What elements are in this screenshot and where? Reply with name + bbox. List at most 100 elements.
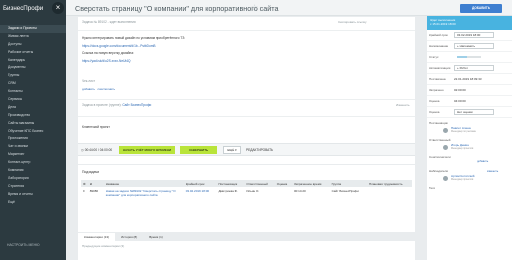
- sidebar-item-more[interactable]: Ещё: [0, 199, 66, 207]
- sidebar-item-chat[interactable]: Чат и звонки: [0, 143, 66, 151]
- cell-planned: [367, 187, 412, 213]
- status-subtitle: с 15.01.2019 18:00: [430, 22, 456, 26]
- observer-person[interactable]: Артём Котятский Менеджер проектов: [427, 173, 512, 183]
- table-header: ⚙ Id Название Крайний срок Постановщик О…: [81, 180, 412, 187]
- automation-select[interactable]: + Робот: [454, 65, 494, 71]
- description-line: Ссылка на новую верстку дизайна:: [82, 51, 134, 56]
- change-observers-link[interactable]: изменить: [449, 170, 498, 173]
- field-deadline: Крайний срок 03.02.2019 18:00: [427, 30, 512, 41]
- field-label: Крайний срок: [429, 33, 448, 37]
- project-link[interactable]: Сайт БизнесПрофи: [122, 103, 151, 107]
- more-button[interactable]: ЕЩЁ ▾: [223, 146, 241, 154]
- start-time-button[interactable]: НАЧАТЬ УЧЁТ МОЕГО ВРЕМЕНИ: [119, 146, 175, 154]
- sidebar-item-access[interactable]: Доступы: [0, 41, 66, 49]
- sidebar-item-sites[interactable]: Сайты магазины: [0, 120, 66, 128]
- divider: [78, 116, 415, 117]
- participants-title: Соисполнители: [429, 155, 451, 159]
- cell-rating: [275, 187, 292, 213]
- column-header[interactable]: Постановщик: [216, 180, 245, 187]
- coexec-link[interactable]: соисполнить: [97, 87, 115, 91]
- divider: [78, 99, 415, 100]
- sidebar-item-tasks[interactable]: Задачи и Проекты: [0, 25, 66, 33]
- observers-title: Наблюдатели: [429, 169, 449, 173]
- column-header[interactable]: Группа: [329, 180, 367, 187]
- column-header[interactable]: Оценка: [274, 180, 293, 187]
- tab-comments[interactable]: Комментарии (13): [78, 233, 116, 241]
- cell-name[interactable]: Новая на задачи №89102 "Сверстать страни…: [104, 187, 184, 213]
- cell-creator: Дмитриева Ф.: [218, 189, 238, 193]
- divider: [78, 30, 415, 31]
- observers-label: Наблюдатели изменить: [427, 163, 512, 173]
- close-icon[interactable]: ×: [52, 2, 64, 14]
- field-rating: Оценка Нет оценки: [427, 107, 512, 118]
- cell-id: 89086: [89, 189, 99, 193]
- sidebar-item-crm[interactable]: CRM: [0, 80, 66, 88]
- column-header[interactable]: Затраченное время: [292, 180, 330, 187]
- task-sidebar: Ждет выполнения с 15.01.2019 18:00 Крайн…: [427, 16, 512, 260]
- created-value: 22.01.2019 18:09:33: [454, 77, 482, 81]
- sidebar: БизнесПрофи × Задачи и Проекты Живая лен…: [0, 0, 66, 260]
- table-row[interactable]: ≡ 89086 Новая на задачи №89102 "Сверстат…: [81, 187, 412, 213]
- sidebar-item-production[interactable]: Производство: [0, 112, 66, 120]
- more-label: ЕЩЁ: [227, 148, 235, 152]
- sidebar-item-deals[interactable]: Дела: [0, 104, 66, 112]
- field-spent: Затрачено 02:00:00: [427, 85, 512, 96]
- configure-menu-link[interactable]: НАСТРОИТЬ МЕНЮ: [7, 243, 40, 247]
- sidebar-item-company[interactable]: Компания: [0, 167, 66, 175]
- sidebar-item-apps[interactable]: Приложения: [0, 135, 66, 143]
- creator-person[interactable]: Павлет Алена Менеджер по рекламе: [427, 125, 512, 135]
- sidebar-item-groups[interactable]: Группы: [0, 72, 66, 80]
- finish-button[interactable]: ЗАВЕРШИТЬ: [180, 146, 217, 154]
- star-icon[interactable]: ☆: [251, 3, 258, 12]
- tab-history[interactable]: История (8): [115, 233, 143, 241]
- avatar: [443, 127, 448, 133]
- sidebar-item-calendar[interactable]: Календарь: [0, 57, 66, 65]
- description-link[interactable]: https://docs.google.com/document/d/1b...…: [82, 44, 322, 49]
- add-participant-link[interactable]: добавить: [429, 160, 488, 163]
- creator-label: Постановщик: [429, 121, 448, 125]
- sidebar-item-lab[interactable]: Лаборатория: [0, 175, 66, 183]
- sidebar-item-docs[interactable]: Документы: [0, 64, 66, 72]
- column-header[interactable]: Ответственный: [244, 180, 275, 187]
- sidebar-item-time[interactable]: Время и отчеты: [0, 191, 66, 199]
- sidebar-nav: Задачи и Проекты Живая лента Доступы Раб…: [0, 16, 66, 206]
- sidebar-item-contact-center[interactable]: Контакт-центр: [0, 159, 66, 167]
- edit-button[interactable]: РЕДАКТИРОВАТЬ: [246, 148, 273, 152]
- sidebar-item-strategy[interactable]: Стратегия: [0, 183, 66, 191]
- task-actions-bar: ◷ 00:44:00 / 04:00:00 НАЧАТЬ УЧЁТ МОЕГО …: [78, 143, 415, 156]
- tab-time[interactable]: Время (1): [143, 233, 169, 241]
- column-header[interactable]: Плановая трудоемкость: [366, 180, 412, 187]
- column-header[interactable]: Название: [103, 180, 184, 187]
- sidebar-item-marketing[interactable]: Маркетинг: [0, 151, 66, 159]
- sidebar-item-reports[interactable]: Рабочие отчеты: [0, 49, 66, 57]
- description-link[interactable]: https://yadi.sk/d/u2S.xxxx-NeUt4Q: [82, 59, 322, 64]
- field-estimate: Оценка 04:00:00: [427, 96, 512, 107]
- client-project: Клиентский проект: [82, 125, 110, 129]
- page-title: Сверстать страницу "О компании" для корп…: [75, 4, 279, 13]
- deadline-input[interactable]: 03.02.2019 18:00: [454, 32, 494, 38]
- add-button[interactable]: ДОБАВИТЬ: [460, 4, 502, 13]
- gear-icon[interactable]: ⚙: [81, 180, 88, 187]
- field-label: Поставлена: [429, 77, 446, 81]
- menu-icon[interactable]: ≡: [81, 187, 88, 213]
- sidebar-item-learning[interactable]: Обучение КПС Бизнес: [0, 128, 66, 136]
- sidebar-item-contacts[interactable]: Контакты: [0, 88, 66, 96]
- timer: ◷ 00:44:00 / 04:00:00: [81, 148, 112, 152]
- previous-comments-link[interactable]: Предыдущие комментарии (3): [82, 244, 124, 248]
- column-header[interactable]: Крайний срок: [183, 180, 217, 187]
- reminder-select[interactable]: + Напомнить: [454, 43, 494, 49]
- project-change-link[interactable]: Изменить: [396, 103, 410, 107]
- subtasks-panel: Подзадачи ⚙ Id Название Крайний срок Пос…: [78, 165, 415, 232]
- avatar: [443, 144, 448, 150]
- field-automation: Автоматизация + Робот: [427, 63, 512, 74]
- add-link[interactable]: добавить: [82, 87, 95, 91]
- task-links: добавить соисполнить: [82, 87, 115, 91]
- field-label: Автоматизация: [429, 66, 451, 70]
- project-line: Задача в проекте (группе): Сайт БизнесПр…: [82, 103, 151, 107]
- rating-select[interactable]: Нет оценки: [454, 109, 494, 115]
- sidebar-item-services[interactable]: Сервисы: [0, 96, 66, 104]
- copy-link[interactable]: Скопировать ссылку: [338, 20, 367, 24]
- column-header[interactable]: Id: [87, 180, 104, 187]
- responsible-person[interactable]: Игорь Дюкин Менеджер проектов: [427, 142, 512, 152]
- sidebar-item-feed[interactable]: Живая лента: [0, 33, 66, 41]
